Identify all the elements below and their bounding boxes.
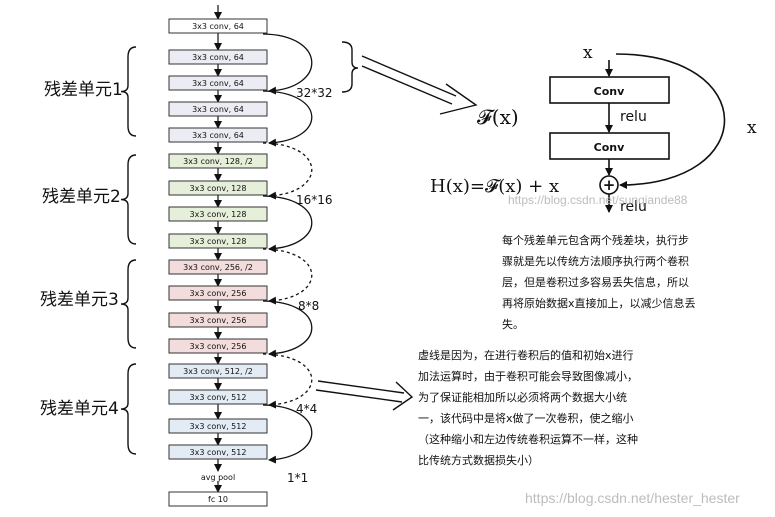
- layer-label: 3x3 conv, 512: [190, 422, 247, 431]
- unit-brace: [120, 363, 137, 455]
- double-arrow-line: [315, 389, 403, 403]
- watermark-mid: https://blog.csdn.net/sunqiande88: [508, 193, 688, 207]
- double-arrow-head: [439, 83, 478, 115]
- unit-label-4: 残差单元4: [40, 399, 119, 419]
- layer-label: 3x3 conv, 64: [192, 22, 244, 31]
- layer-label: 3x3 conv, 256: [190, 316, 247, 325]
- layer-label: 3x3 conv, 256: [190, 289, 247, 298]
- double-arrow-head: [392, 381, 414, 411]
- layer-label: 3x3 conv, 64: [192, 53, 244, 62]
- unit-label-1: 残差单元1: [44, 80, 123, 100]
- note-residual-explanation: 每个残差单元包含两个残差块，执行步骤就是先以传统方法顺序执行两个卷积层，但是卷积…: [502, 234, 696, 331]
- plus-symbol: +: [603, 176, 616, 194]
- unit-brace: [120, 154, 137, 245]
- unit-label-2: 残差单元2: [42, 187, 121, 207]
- layer-label: 3x3 conv, 512: [190, 393, 247, 402]
- conv-label-1: Conv: [594, 85, 625, 98]
- skip-connection: [262, 33, 313, 95]
- residual-block-diagram: xConvreluConv+relux𝓕(x)H(x)=𝓕(x) + x: [430, 43, 757, 215]
- double-arrow-line: [361, 65, 453, 105]
- layer-label: 3x3 conv, 512: [190, 448, 247, 457]
- unit-brace: [120, 259, 137, 349]
- fx-label: 𝓕(x): [477, 105, 519, 129]
- size-label-final: 1*1: [287, 471, 308, 485]
- layer-label: 3x3 conv, 256, /2: [183, 263, 253, 272]
- conv-label-2: Conv: [594, 141, 625, 154]
- double-arrow-line: [317, 380, 405, 394]
- note-dashed-explanation: 虚线是因为，在进行卷积后的值和初始x进行加法运算时，由于卷积可能会导致图像减小，…: [418, 349, 638, 467]
- layer-label: 3x3 conv, 64: [192, 105, 244, 114]
- input-x-label: x: [583, 43, 593, 63]
- watermark-bottom: https://blog.csdn.net/hester_hester: [525, 490, 740, 506]
- layer-label: 3x3 conv, 512, /2: [183, 367, 253, 376]
- unit-brace: [120, 46, 137, 137]
- layer-label: 3x3 conv, 64: [192, 79, 244, 88]
- double-arrow-line: [361, 55, 457, 97]
- skip-connection-dashed: [262, 142, 313, 200]
- size-label: 8*8: [298, 299, 319, 313]
- layer-label: 3x3 conv, 128, /2: [183, 157, 253, 166]
- skip-connection-dashed: [262, 353, 313, 409]
- layer-label: 3x3 conv, 128: [190, 184, 247, 193]
- skip-connection-dashed: [262, 248, 313, 305]
- size-label: 4*4: [296, 402, 317, 416]
- layer-label: fc 10: [208, 495, 228, 504]
- layer-label: 3x3 conv, 64: [192, 131, 244, 140]
- size-label: 16*16: [296, 193, 333, 207]
- layer-label: 3x3 conv, 128: [190, 237, 247, 246]
- block-brace: [341, 41, 359, 93]
- skip-x-label: x: [747, 118, 757, 138]
- relu-label: relu: [620, 109, 647, 125]
- size-label: 32*32: [296, 86, 333, 100]
- layer-label: 3x3 conv, 128: [190, 210, 247, 219]
- unit-label-3: 残差单元3: [40, 290, 119, 310]
- network-column: 3x3 conv, 64 3x3 conv, 64 3x3 conv, 64 3x3 …: [168, 5, 333, 507]
- layer-label: 3x3 conv, 256: [190, 342, 247, 351]
- layer-label: avg pool: [201, 473, 235, 482]
